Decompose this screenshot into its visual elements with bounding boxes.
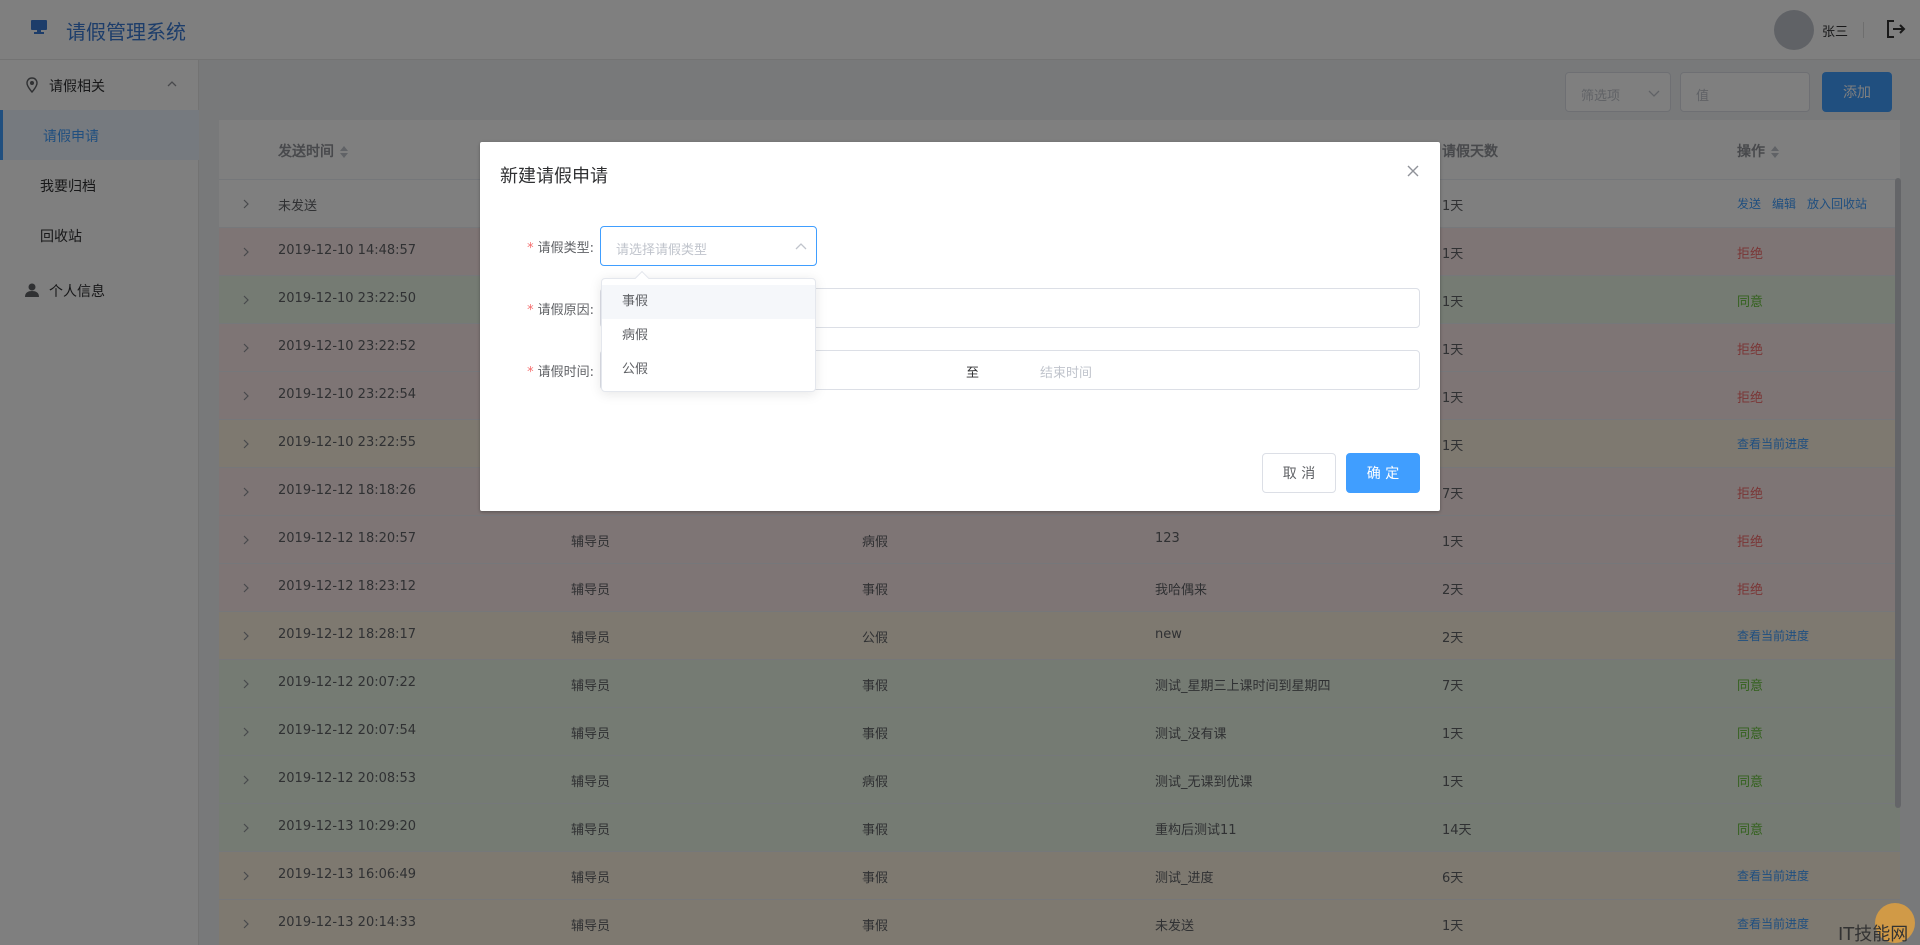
option-sick-leave[interactable]: 病假 xyxy=(602,319,815,353)
option-personal-leave[interactable]: 事假 xyxy=(602,285,815,319)
leave-type-dropdown: 事假 病假 公假 xyxy=(601,270,816,392)
leave-type-placeholder: 请选择请假类型 xyxy=(616,243,708,258)
watermark: IT技能网 xyxy=(1838,924,1909,945)
dialog-title: 新建请假申请 xyxy=(500,166,608,187)
leave-type-label: * 请假类型: xyxy=(527,241,594,256)
cancel-button[interactable]: 取 消 xyxy=(1262,453,1336,493)
confirm-button[interactable]: 确 定 xyxy=(1346,453,1420,493)
leave-time-label: * 请假时间: xyxy=(527,365,594,380)
range-separator: 至 xyxy=(966,366,980,381)
option-official-leave[interactable]: 公假 xyxy=(602,353,815,387)
end-date-placeholder[interactable]: 结束时间 xyxy=(1040,362,1092,381)
close-icon[interactable] xyxy=(1406,164,1420,178)
leave-reason-label: * 请假原因: xyxy=(527,303,594,318)
leave-type-select[interactable]: 请选择请假类型 xyxy=(600,226,817,266)
chevron-up-icon xyxy=(795,243,807,250)
